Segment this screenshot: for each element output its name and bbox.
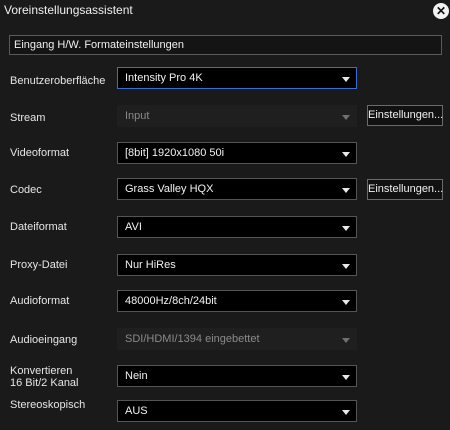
select-value: 48000Hz/8ch/24bit [125,295,217,307]
chevron-down-icon [342,338,350,343]
select-stream: Input [117,105,357,127]
label-stereoskopisch: Stereoskopisch [10,399,86,411]
label-dateiformat: Dateiformat [10,221,67,233]
select-value: SDI/HDMI/1394 eingebettet [125,333,260,345]
label-konvertieren-line2: 16 Bit/2 Kanal [10,377,79,389]
select-benutzeroberflaeche[interactable]: Intensity Pro 4K [117,67,357,89]
select-videoformat[interactable]: [8bit] 1920x1080 50i [117,142,357,164]
label-stream: Stream [10,112,46,124]
chevron-down-icon [342,375,350,380]
select-value: Input [125,110,150,122]
label-konvertieren: Konvertieren 16 Bit/2 Kanal [10,365,79,389]
select-audioeingang: SDI/HDMI/1394 eingebettet [117,328,357,350]
chevron-down-icon [342,152,350,157]
chevron-down-icon [342,264,350,269]
window-title: Voreinstellungsassistent [4,3,133,17]
select-value: Grass Valley HQX [125,183,214,195]
label-audioformat: Audioformat [10,295,70,307]
select-dateiformat[interactable]: AVI [117,216,357,238]
select-value: Intensity Pro 4K [125,72,203,84]
chevron-down-icon [342,77,350,82]
label-proxy: Proxy-Datei [10,259,68,271]
select-stereoskopisch[interactable]: AUS [117,400,357,422]
label-audioeingang: Audioeingang [10,334,78,346]
stream-settings-button[interactable]: Einstellungen... [367,105,443,126]
chevron-down-icon [342,188,350,193]
select-audioformat[interactable]: 48000Hz/8ch/24bit [117,290,357,312]
label-benutzeroberflaeche: Benutzeroberfläche [10,75,106,87]
select-codec[interactable]: Grass Valley HQX [117,178,357,200]
label-videoformat: Videoformat [10,147,70,159]
select-value: Nein [125,370,148,382]
label-codec: Codec [10,184,42,196]
select-proxy[interactable]: Nur HiRes [117,254,357,276]
chevron-down-icon [342,226,350,231]
section-header: Eingang H/W. Formateinstellungen [9,35,442,55]
codec-settings-button[interactable]: Einstellungen... [367,179,443,200]
select-value: AUS [125,405,148,417]
select-value: Nur HiRes [125,259,176,271]
label-konvertieren-line1: Konvertieren [10,365,73,377]
chevron-down-icon [342,300,350,305]
chevron-down-icon [342,410,350,415]
select-value: AVI [125,221,142,233]
chevron-down-icon [342,115,350,120]
close-icon[interactable]: ✕ [433,3,449,19]
section-title: Eingang H/W. Formateinstellungen [14,39,184,51]
select-value: [8bit] 1920x1080 50i [125,147,225,159]
title-bar: Voreinstellungsassistent ✕ [0,0,450,22]
select-konvertieren[interactable]: Nein [117,365,357,387]
